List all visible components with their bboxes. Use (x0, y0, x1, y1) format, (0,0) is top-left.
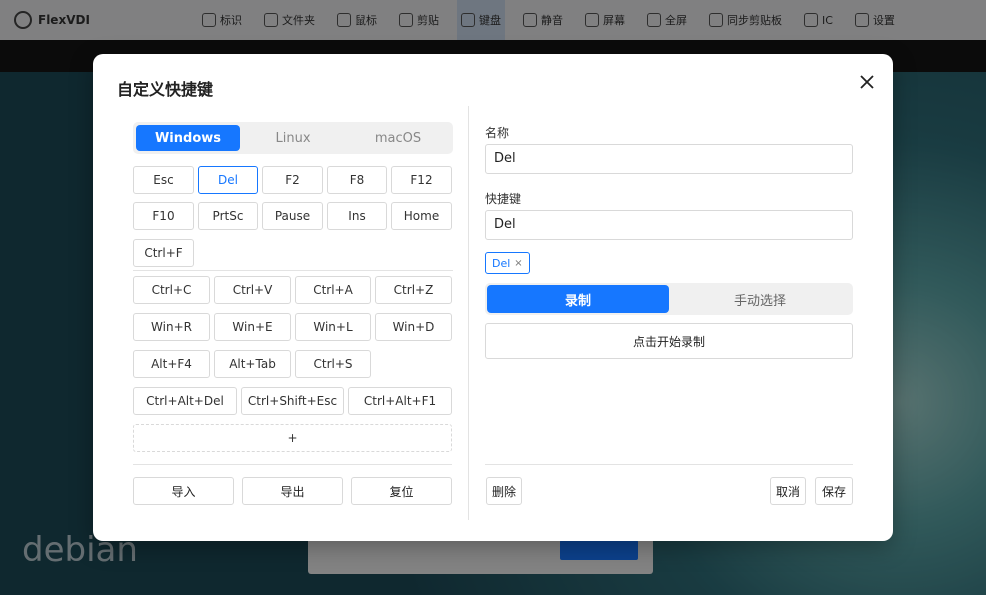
key-ctrl-z[interactable]: Ctrl+Z (375, 276, 452, 304)
key-win-l[interactable]: Win+L (295, 313, 371, 341)
key-win-d[interactable]: Win+D (375, 313, 452, 341)
key-ctrl-alt-f1[interactable]: Ctrl+Alt+F1 (348, 387, 452, 415)
key-alt-f4[interactable]: Alt+F4 (133, 350, 210, 378)
mode-manual[interactable]: 手动选择 (669, 285, 851, 313)
cancel-button[interactable]: 取消 (770, 477, 806, 505)
key-pause[interactable]: Pause (262, 202, 323, 230)
tab-windows[interactable]: Windows (136, 125, 240, 151)
shortcut-modal: 自定义快捷键 Windows Linux macOS Esc Del F2 F8… (93, 54, 893, 541)
add-shortcut-button[interactable]: + (133, 424, 452, 452)
form-footer-divider (485, 464, 853, 465)
export-button[interactable]: 导出 (242, 477, 343, 505)
delete-button[interactable]: 删除 (486, 477, 522, 505)
key-ctrl-a[interactable]: Ctrl+A (295, 276, 371, 304)
shortcut-tag: Del × (485, 252, 530, 274)
key-f2[interactable]: F2 (262, 166, 323, 194)
key-ctrl-c[interactable]: Ctrl+C (133, 276, 210, 304)
shortcut-input[interactable]: Del (485, 210, 853, 240)
tab-linux[interactable]: Linux (241, 125, 345, 151)
name-input[interactable]: Del (485, 144, 853, 174)
key-ctrl-shift-esc[interactable]: Ctrl+Shift+Esc (241, 387, 344, 415)
import-button[interactable]: 导入 (133, 477, 234, 505)
key-ctrl-s[interactable]: Ctrl+S (295, 350, 371, 378)
reset-button[interactable]: 复位 (351, 477, 452, 505)
mode-switch: 录制 手动选择 (485, 283, 853, 315)
tab-macos[interactable]: macOS (346, 125, 450, 151)
key-win-e[interactable]: Win+E (214, 313, 291, 341)
panel-divider (468, 106, 469, 520)
key-f12[interactable]: F12 (391, 166, 452, 194)
mode-record[interactable]: 录制 (487, 285, 669, 313)
save-button[interactable]: 保存 (815, 477, 853, 505)
key-ins[interactable]: Ins (327, 202, 387, 230)
shortcut-label: 快捷键 (485, 192, 522, 206)
tag-close-icon[interactable]: × (514, 258, 522, 269)
footer-divider (133, 464, 452, 465)
key-f10[interactable]: F10 (133, 202, 194, 230)
start-recording-button[interactable]: 点击开始录制 (485, 323, 853, 359)
key-prtsc[interactable]: PrtSc (198, 202, 258, 230)
key-del[interactable]: Del (198, 166, 258, 194)
key-alt-tab[interactable]: Alt+Tab (214, 350, 291, 378)
os-tabs: Windows Linux macOS (133, 122, 453, 154)
name-label: 名称 (485, 126, 510, 140)
shortcut-tag-label: Del (492, 256, 511, 270)
key-win-r[interactable]: Win+R (133, 313, 210, 341)
section-divider (133, 270, 453, 271)
key-home[interactable]: Home (391, 202, 452, 230)
key-f8[interactable]: F8 (327, 166, 387, 194)
close-icon[interactable] (856, 71, 878, 93)
key-ctrl-f[interactable]: Ctrl+F (133, 239, 194, 267)
modal-title: 自定义快捷键 (117, 80, 214, 99)
key-esc[interactable]: Esc (133, 166, 194, 194)
key-ctrl-v[interactable]: Ctrl+V (214, 276, 291, 304)
key-ctrl-alt-del[interactable]: Ctrl+Alt+Del (133, 387, 237, 415)
